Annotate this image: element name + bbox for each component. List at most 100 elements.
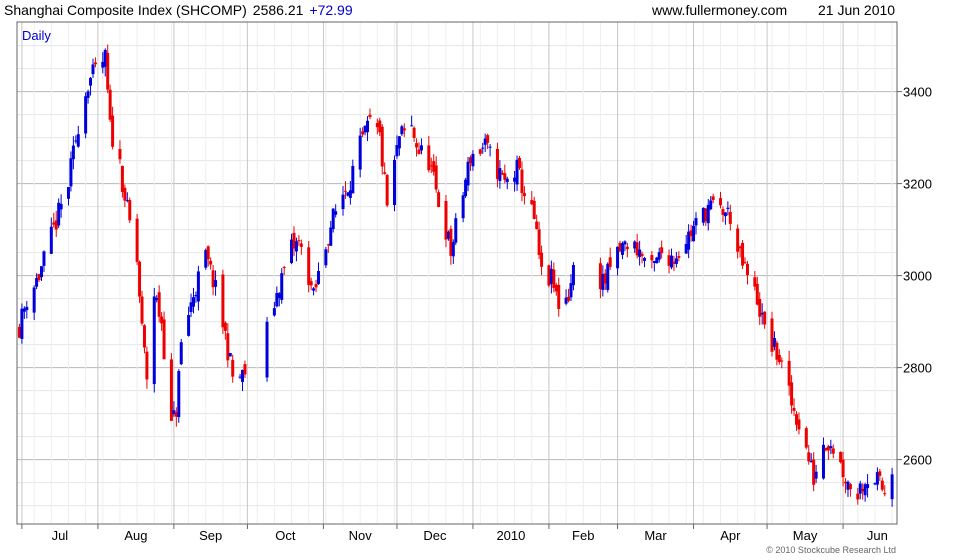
candle-down xyxy=(297,240,301,242)
candle-down xyxy=(402,128,406,131)
candle-down xyxy=(792,407,796,411)
period-label: Daily xyxy=(22,28,51,43)
candle-down xyxy=(625,246,629,250)
x-axis: Jul Aug Sep Oct Nov Dec 2010 Feb Mar Apr May Jun xyxy=(21,524,888,543)
x-tick-label: Oct xyxy=(275,528,296,543)
candle-up xyxy=(59,203,63,210)
candle-up xyxy=(228,352,232,357)
candle-up xyxy=(694,218,698,226)
candle-down xyxy=(831,448,835,454)
candle-down xyxy=(856,493,860,500)
candle-up xyxy=(366,120,370,133)
x-tick-label: May xyxy=(793,528,818,543)
candle-up xyxy=(341,194,345,210)
candle-down xyxy=(209,260,213,265)
candle-down xyxy=(221,274,225,328)
candle-down xyxy=(309,281,313,286)
candle-up xyxy=(280,273,284,300)
candle-up xyxy=(657,252,661,260)
x-tick-label: Nov xyxy=(349,528,373,543)
candle-up xyxy=(294,241,298,252)
candle-up xyxy=(42,251,46,266)
candle-up xyxy=(410,125,414,127)
candle-up xyxy=(317,271,321,285)
candle-up xyxy=(419,145,423,151)
candle-up xyxy=(20,308,24,339)
candle-up xyxy=(69,158,73,187)
copyright-notice: © 2010 Stockcube Research Ltd xyxy=(766,545,896,555)
x-tick-label: Apr xyxy=(720,528,741,543)
candle-down xyxy=(797,419,801,430)
candle-up xyxy=(726,207,730,209)
candle-up xyxy=(571,264,575,286)
x-tick-label: Aug xyxy=(124,528,147,543)
candle-up xyxy=(334,211,338,215)
candle-down xyxy=(557,284,561,309)
candle-down xyxy=(223,322,227,331)
x-tick-label: Jul xyxy=(52,528,69,543)
candle-up xyxy=(312,288,316,291)
candle-down xyxy=(157,292,161,317)
candle-down xyxy=(878,471,882,476)
candle-up xyxy=(191,297,195,307)
candle-up xyxy=(265,321,269,378)
candle-down xyxy=(763,311,767,325)
candle-down xyxy=(535,221,539,229)
candle-down xyxy=(478,149,482,154)
candle-up xyxy=(187,315,191,336)
candle-up xyxy=(324,249,328,266)
candle-down xyxy=(380,126,384,167)
candle-up xyxy=(858,483,862,494)
candle-up xyxy=(466,161,470,186)
candle-down xyxy=(415,143,419,148)
candle-down xyxy=(314,284,318,288)
candle-up xyxy=(358,135,362,170)
x-tick-label: Feb xyxy=(572,528,594,543)
candle-up xyxy=(32,287,36,313)
candle-down xyxy=(741,242,745,266)
candle-up xyxy=(86,91,90,98)
candle-up xyxy=(814,471,818,479)
candle-down xyxy=(106,52,110,90)
candle-up xyxy=(569,283,573,298)
candle-down xyxy=(841,459,845,478)
candle-up xyxy=(866,484,870,489)
candle-down xyxy=(804,428,808,448)
candle-up xyxy=(196,271,200,302)
candle-down xyxy=(138,261,142,297)
candle-up xyxy=(623,241,627,245)
candle-down xyxy=(142,325,146,348)
candle-down xyxy=(522,193,526,197)
y-tick-label: 3000 xyxy=(903,269,932,284)
grid-lines xyxy=(16,22,897,524)
candle-down xyxy=(728,212,732,224)
candle-down xyxy=(299,243,303,247)
candle-down xyxy=(140,296,144,324)
candle-up xyxy=(272,308,276,316)
candle-down xyxy=(677,256,681,258)
candle-down xyxy=(537,229,541,255)
candle-up xyxy=(76,134,80,147)
candle-down xyxy=(368,114,372,118)
candle-down xyxy=(520,169,524,194)
candle-down xyxy=(640,253,644,256)
candle-up xyxy=(91,64,95,75)
candle-up xyxy=(488,146,492,148)
candle-down xyxy=(231,359,235,377)
candle-up xyxy=(451,242,455,257)
candle-down xyxy=(135,218,139,262)
y-tick-label: 3200 xyxy=(903,177,932,192)
candle-down xyxy=(608,257,612,267)
x-tick-label: Jun xyxy=(867,528,888,543)
candle-down xyxy=(412,127,416,138)
candle-up xyxy=(397,136,401,149)
candle-down xyxy=(660,247,664,254)
candle-up xyxy=(471,153,475,167)
candle-down xyxy=(780,360,784,362)
candle-down xyxy=(93,62,97,65)
candle-up xyxy=(40,266,44,278)
candle-down xyxy=(711,196,715,200)
candle-down xyxy=(243,364,247,375)
candle-up xyxy=(329,227,333,246)
candle-down xyxy=(743,262,747,264)
